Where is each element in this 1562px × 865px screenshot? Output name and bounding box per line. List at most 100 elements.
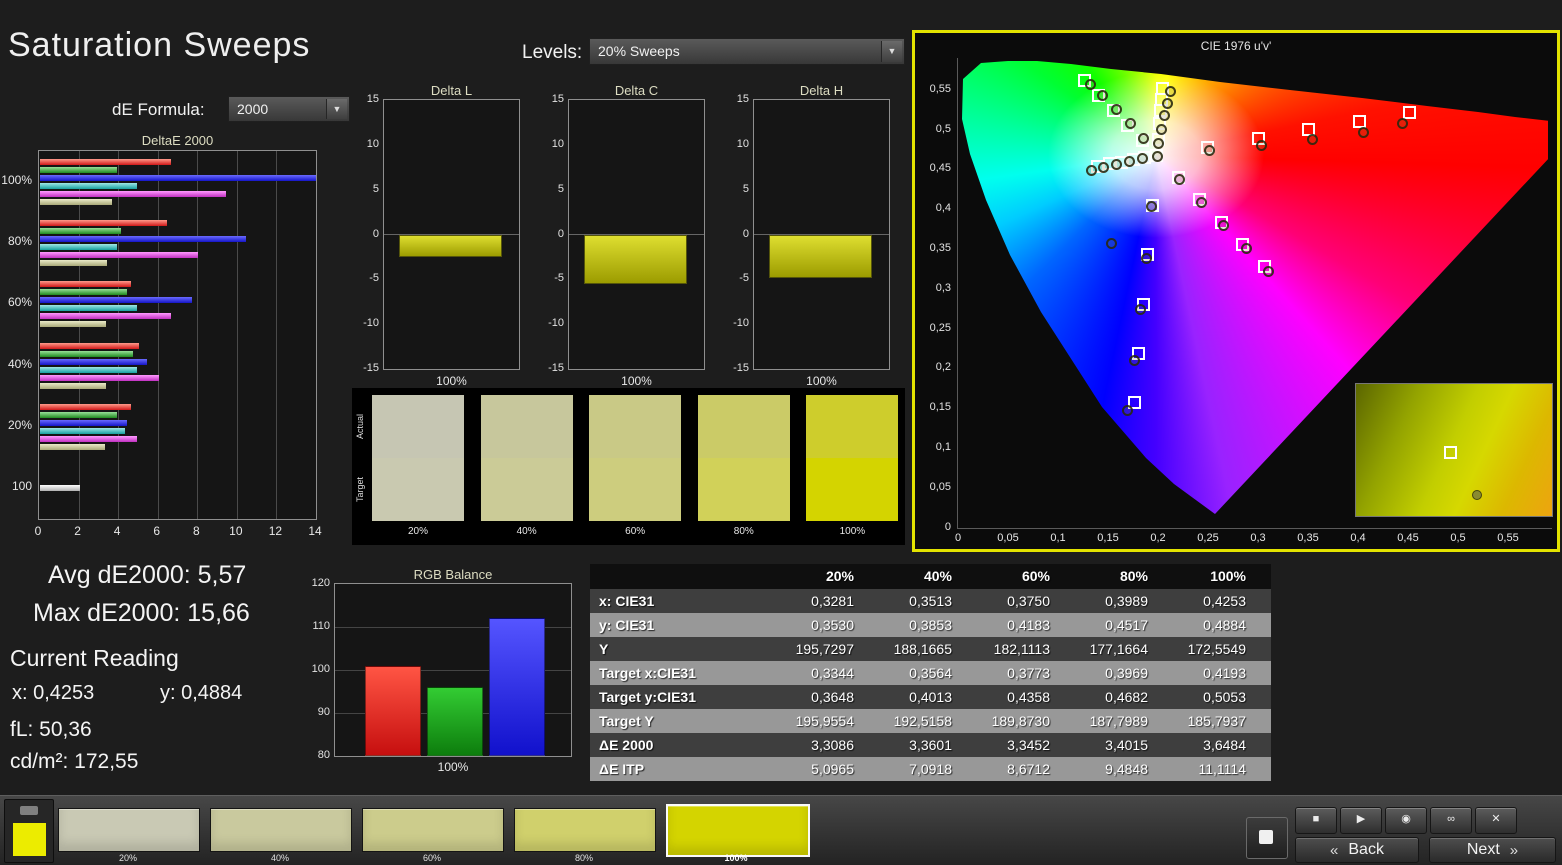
delta-c-y-tick-label: 15 [551, 93, 564, 105]
delta-c-x-label: 100% [621, 374, 652, 388]
sample-tile-60%[interactable] [362, 808, 504, 852]
deltae-bar-red [40, 404, 131, 411]
de-formula-value: 2000 [237, 101, 269, 117]
deltae-x-tick-label: 10 [229, 524, 243, 538]
current-reading-label: Current Reading [10, 645, 179, 671]
results-cell: 188,1665 [893, 641, 952, 657]
de-formula-dropdown[interactable]: 2000 ▼ [228, 96, 350, 122]
delta-l-y-tick-label: -5 [369, 272, 379, 285]
rgb-y-tick-label: 110 [312, 620, 330, 632]
results-cell: 195,7297 [795, 641, 854, 657]
delta-h-y-tick-label: 15 [736, 93, 749, 105]
rgb-x-label: 100% [437, 760, 469, 774]
transport-stop-button[interactable]: ■ [1295, 807, 1337, 834]
sample-swatch-label: 20% [407, 526, 428, 537]
deltae-bar-magenta [40, 436, 137, 443]
deltae-y-axis: 100% 80% 60% 40% 20% 100 [1, 150, 35, 518]
cie-title: CIE 1976 u'v' [1200, 39, 1272, 53]
cie-x-tick-label: 0,55 [1497, 532, 1519, 544]
deltae-bar-cyan [40, 244, 118, 251]
cie-target-marker [1403, 105, 1417, 119]
sample-tile-20%[interactable] [58, 808, 200, 852]
cie-measurement-marker [1195, 197, 1207, 209]
cie-measurement-marker [1111, 103, 1123, 115]
back-button[interactable]: « Back [1295, 837, 1419, 863]
rgb-balance-chart: RGB Balance 120 110 100 90 80 100% [310, 565, 580, 790]
sample-tile-100%[interactable] [666, 804, 810, 857]
cie-x-tick-label: 0,45 [1397, 532, 1419, 544]
delta-h-y-tick-label: -15 [733, 362, 749, 374]
sample-actual-swatch-80% [697, 395, 790, 458]
transport-play-button[interactable]: ▶ [1340, 807, 1382, 834]
deltae-category-label: 100 [11, 479, 32, 494]
cie-measurement-marker [1097, 89, 1109, 101]
results-cell: 0,4682 [1105, 689, 1148, 705]
deltae-gridline [237, 151, 238, 519]
results-cell: 3,3086 [811, 737, 854, 753]
cie-zoom-inset [1355, 383, 1553, 517]
deltae-bar-green [40, 412, 118, 419]
results-cell: 195,9554 [795, 713, 854, 729]
sample-actual-swatch-40% [480, 395, 573, 458]
rgb-bar-red [365, 665, 421, 756]
sample-tile-label: 80% [574, 853, 593, 863]
levels-dropdown[interactable]: 20% Sweeps ▼ [589, 38, 905, 65]
cie-measurement-marker [1098, 161, 1110, 173]
cie-measurement-marker [1162, 98, 1174, 110]
cie-y-tick-label: 0,2 [935, 361, 951, 374]
cie-x-tick-label: 0,1 [1050, 532, 1066, 544]
results-cell: 0,3513 [909, 593, 952, 609]
rgb-y-tick-label: 90 [317, 706, 330, 718]
results-header-cell: 40% [923, 568, 952, 584]
results-cell: 0,4013 [909, 689, 952, 705]
cie-x-axis: 0 0,05 0,1 0,15 0,2 0,25 0,3 0,35 0,4 0,45 0,5 0,55 [955, 532, 1558, 546]
results-row-label: ΔE ITP [599, 761, 645, 777]
deltae-x-tick-label: 8 [192, 524, 200, 538]
results-cell: 0,3281 [811, 593, 854, 609]
results-row-label: Y [599, 641, 609, 657]
results-cell: 189,8730 [991, 713, 1050, 729]
results-row-label: ΔE 2000 [599, 737, 654, 753]
transport-read-continuous-button[interactable]: ∞ [1430, 807, 1472, 834]
results-row-label: y: CIE31 [599, 617, 655, 633]
results-cell: 0,3989 [1105, 593, 1148, 609]
cie-measurement-marker [1135, 303, 1147, 315]
deltae-gridline [276, 151, 277, 519]
cie-x-tick-label: 0,4 [1350, 532, 1366, 544]
deltae-bar-magenta [40, 313, 171, 320]
sample-tile-label: 100% [724, 853, 748, 863]
cie-y-tick-label: 0,55 [929, 82, 951, 95]
delta-h-y-tick-label: 0 [742, 227, 749, 240]
patch-preview-button[interactable] [4, 799, 54, 863]
sample-tile-40%[interactable] [210, 808, 352, 852]
cie-x-tick-label: 0,5 [1450, 532, 1466, 544]
transport-read-once-button[interactable]: ◉ [1385, 807, 1427, 834]
patch-window-button[interactable] [1246, 817, 1288, 859]
sample-swatch-label: 80% [733, 526, 754, 537]
cie-measurement-marker [1140, 252, 1152, 264]
cie-x-tick-label: 0,05 [997, 532, 1019, 544]
cie-target-marker [1352, 114, 1366, 128]
delta-h-plot [753, 99, 890, 370]
sample-actual-swatch-100% [806, 395, 899, 458]
rgb-bar-green [427, 687, 483, 756]
results-cell: 11,1114 [1198, 761, 1247, 777]
de-formula-label: dE Formula: [112, 100, 205, 119]
deltae-bar-red [40, 342, 139, 349]
delta-h-y-tick-label: -5 [739, 272, 749, 285]
cie-x-tick-label: 0,3 [1250, 532, 1266, 544]
deltae-bar-red [40, 158, 171, 165]
deltae-bar-green [40, 228, 122, 235]
deltae-category-label: 60% [7, 295, 32, 310]
deltae-bar-white [40, 485, 80, 492]
next-button[interactable]: Next » [1429, 837, 1556, 863]
results-table-header-row: 20% 40% 60% 80% 100% [590, 564, 1271, 589]
results-cell: 172,5549 [1187, 641, 1246, 657]
sample-tile-80%[interactable] [514, 808, 656, 852]
sample-swatch-label: 60% [625, 526, 646, 537]
cie-measurement-marker [1156, 123, 1167, 135]
deltae-bar-cyan [40, 366, 137, 373]
transport-close-button[interactable]: ✕ [1475, 807, 1517, 834]
delta-l-x-label: 100% [436, 374, 467, 388]
deltae-bar-magenta [40, 252, 199, 259]
